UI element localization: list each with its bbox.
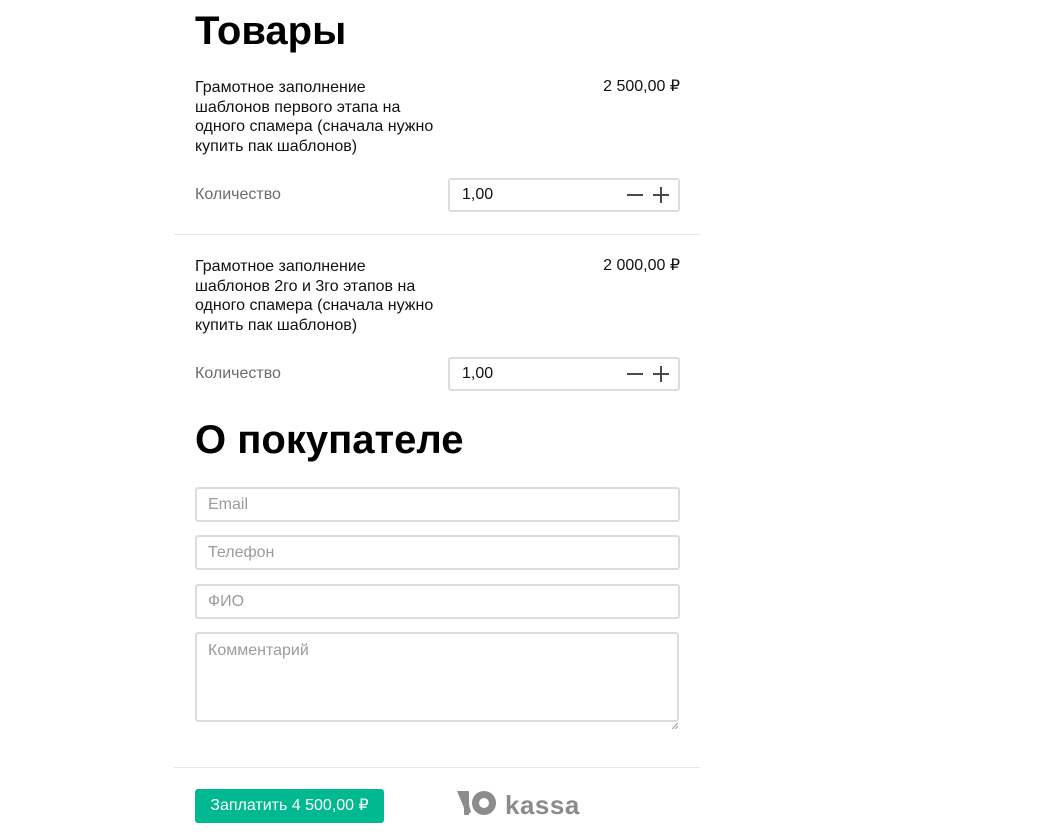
product-2-price: 2 000,00 ₽ [603, 257, 680, 274]
product-2-quantity-stepper[interactable]: 1,00 [448, 357, 680, 391]
checkout-page: Товары Грамотное заполнение шаблонов пер… [0, 0, 1051, 834]
resize-grip-icon[interactable] [671, 716, 679, 730]
product-divider [174, 234, 700, 235]
yoomoney-logo-icon [455, 788, 499, 823]
product-2-name: Грамотное заполнение шаблонов 2го и 3го … [195, 258, 434, 334]
logo-text: kassa [505, 789, 580, 820]
footer-divider [174, 767, 700, 768]
plus-icon[interactable] [650, 184, 672, 206]
minus-icon[interactable] [624, 184, 646, 206]
full-name-field[interactable] [195, 584, 680, 619]
pay-button[interactable]: Заплатить 4 500,00 ₽ [195, 789, 384, 823]
product-1-name: Грамотное заполнение шаблонов первого эт… [195, 79, 434, 155]
product-1-quantity-stepper[interactable]: 1,00 [448, 178, 680, 212]
product-1-quantity-label: Количество [195, 186, 281, 203]
product-1-price: 2 500,00 ₽ [603, 78, 680, 95]
kassa-logo: kassa [455, 788, 580, 822]
comment-field[interactable] [195, 632, 679, 722]
product-2-quantity-value[interactable]: 1,00 [462, 364, 493, 384]
minus-icon[interactable] [624, 363, 646, 385]
email-field[interactable] [195, 487, 680, 522]
buyer-title: О покупателе [195, 418, 464, 462]
phone-field[interactable] [195, 535, 680, 570]
product-2-quantity-label: Количество [195, 365, 281, 382]
product-1-quantity-value[interactable]: 1,00 [462, 185, 493, 205]
products-title: Товары [195, 9, 347, 53]
plus-icon[interactable] [650, 363, 672, 385]
